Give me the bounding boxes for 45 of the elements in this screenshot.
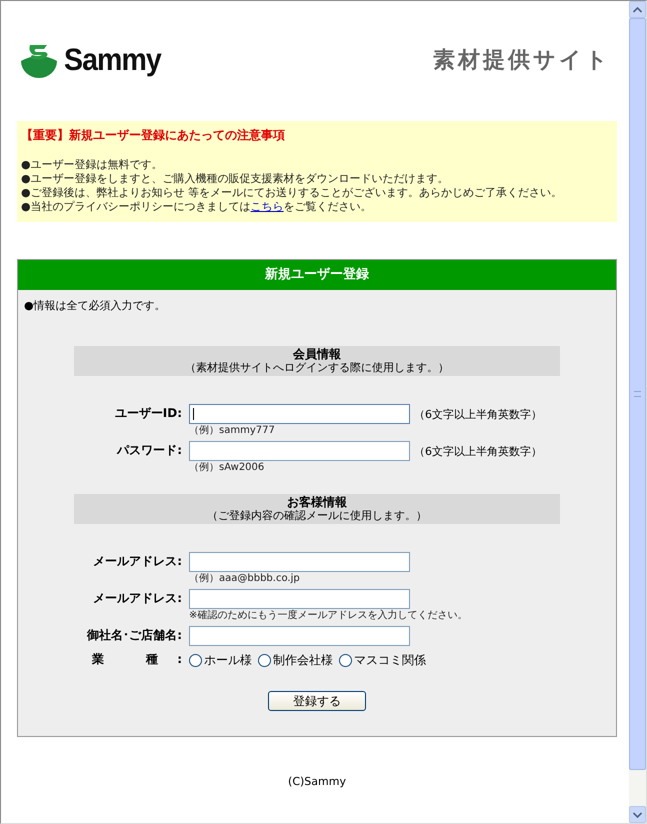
form-title: 新規ユーザー登録 xyxy=(18,260,616,290)
radio-option[interactable]: 制作会社様 xyxy=(258,652,333,669)
radio-label: ホール様 xyxy=(204,652,252,669)
field-label: メールアドレス: xyxy=(92,590,183,607)
notice-text: ●当社のプライバシーポリシーにつきましてはこちら をご覧ください。 xyxy=(21,200,373,214)
field-example: ※確認のためにもう一度メールアドレスを入力してください。 xyxy=(189,609,468,622)
required-note: ●情報は全て必須入力です。 xyxy=(24,298,167,313)
input-field[interactable] xyxy=(189,404,410,424)
field-label: メールアドレス: xyxy=(92,553,183,570)
field-label: パスワード: xyxy=(116,442,183,459)
input-field[interactable] xyxy=(189,626,410,646)
radio-button[interactable] xyxy=(258,654,271,667)
notice-text: ●ユーザー登録は無料です。 xyxy=(21,158,164,172)
notice-text: ●ユーザー登録をしますと、ご購入機種の販促支援素材をダウンロードいただけます。 xyxy=(21,172,450,186)
scroll-thumb[interactable] xyxy=(629,18,646,770)
notice-title: 【重要】新規ユーザー登録にあたっての注意事項 xyxy=(21,127,286,144)
radio-option[interactable]: ホール様 xyxy=(189,652,252,669)
section-title: お客様情報 xyxy=(286,495,348,509)
section-subtitle: （素材提供サイトへログインする際に使用します。） xyxy=(184,361,450,374)
radio-option[interactable]: マスコミ関係 xyxy=(339,652,426,669)
scroll-down-button[interactable] xyxy=(629,806,646,823)
field-label: 御社名･ご店舗名: xyxy=(86,627,183,644)
section-subtitle: （ご登録内容の確認メールに使用します。） xyxy=(206,509,428,522)
input-field[interactable] xyxy=(189,441,410,461)
site-title: 素材提供サイト xyxy=(433,47,611,75)
input-field[interactable] xyxy=(189,589,410,609)
radio-label: 制作会社様 xyxy=(273,652,333,669)
section-title: 会員情報 xyxy=(292,347,342,361)
copyright: (C)Sammy xyxy=(287,775,347,788)
field-example: （例）sAw2006 xyxy=(189,461,266,474)
radio-label: マスコミ関係 xyxy=(354,652,426,669)
field-hint: （6文字以上半角英数字） xyxy=(414,406,542,422)
field-label: 業 種: xyxy=(91,651,183,668)
radio-button[interactable] xyxy=(189,654,202,667)
radio-button[interactable] xyxy=(339,654,352,667)
field-hint: （6文字以上半角英数字） xyxy=(414,444,542,458)
logo-text: Sammy xyxy=(64,42,161,78)
notice-text: ●ご登録後は、弊社よりお知らせ 等をメールにてお送りすることがございます。あらかじめご了承ください。 xyxy=(21,186,564,200)
input-field[interactable] xyxy=(189,552,410,572)
field-example: （例）sammy777 xyxy=(189,424,276,437)
field-example: （例）aaa@bbbb.co.jp xyxy=(189,572,301,585)
submit-button[interactable]: 登録する xyxy=(268,691,366,711)
scroll-up-button[interactable] xyxy=(629,1,646,18)
field-label: ユーザーID: xyxy=(114,405,183,422)
privacy-link[interactable]: こちら xyxy=(250,200,284,213)
